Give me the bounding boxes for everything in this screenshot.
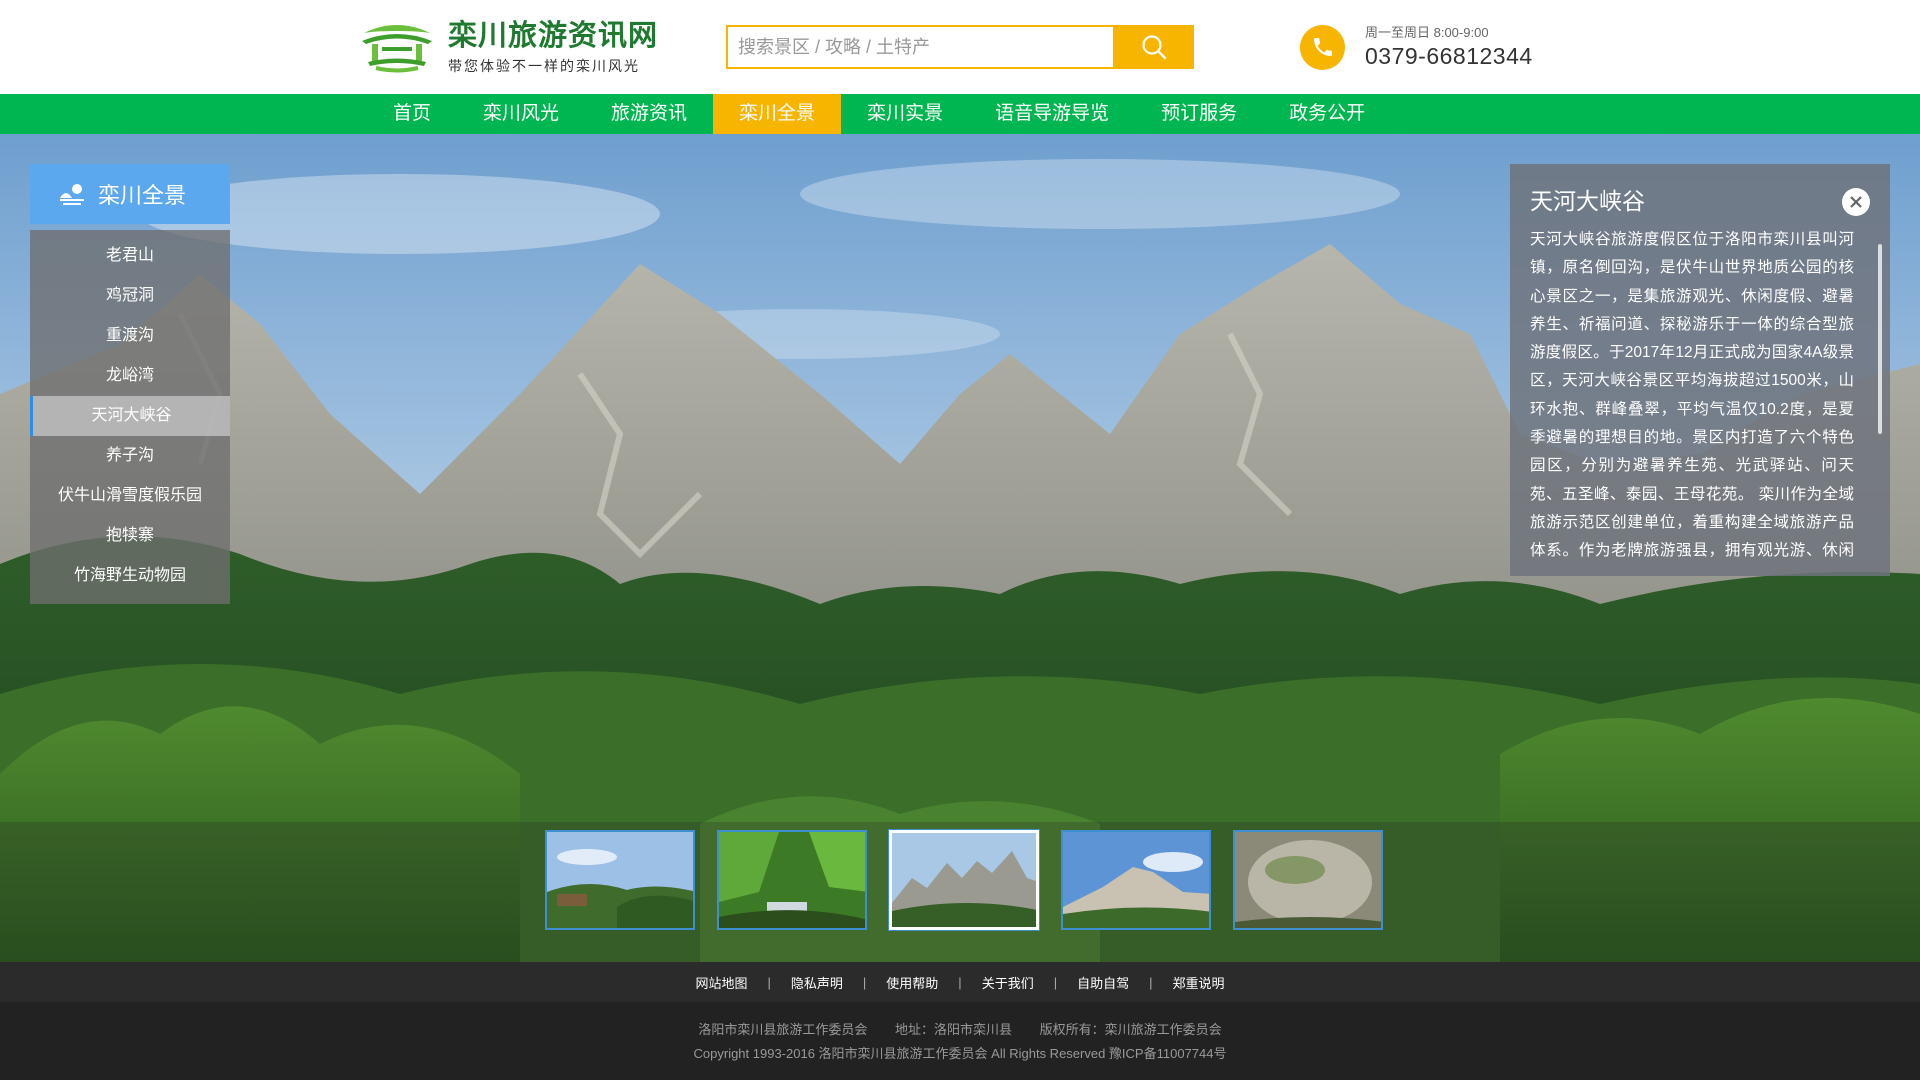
- nav-item-6[interactable]: 语音导游导览: [969, 94, 1135, 134]
- side-menu-item[interactable]: 抱犊寨: [30, 516, 230, 556]
- contact-phone: 周一至周日 8:00-9:00 0379-66812344: [1300, 24, 1533, 70]
- site-title: 栾川旅游资讯网: [448, 20, 659, 52]
- scenic-side-menu: 栾川全景 老君山 鸡冠洞 重渡沟 龙峪湾 天河大峡谷 养子沟 伏牛山滑雪度假乐园 抱犊寨 竹海野…: [30, 164, 230, 604]
- side-menu-item[interactable]: 重渡沟: [30, 316, 230, 356]
- nav-item-7[interactable]: 预订服务: [1135, 94, 1263, 134]
- side-menu-item[interactable]: 伏牛山滑雪度假乐园: [30, 476, 230, 516]
- landscape-icon: [60, 184, 84, 205]
- footer-link-divider: |: [958, 974, 962, 990]
- side-menu-item[interactable]: 龙峪湾: [30, 356, 230, 396]
- site-slogan: 带您体验不一样的栾川风光: [448, 58, 640, 74]
- site-header: 栾川旅游资讯网 带您体验不一样的栾川风光 周一至周日 8:00-9:00 037…: [0, 0, 1920, 94]
- side-menu-item[interactable]: 老君山: [30, 236, 230, 276]
- service-hours: 周一至周日 8:00-9:00: [1365, 25, 1489, 40]
- side-menu-item[interactable]: 鸡冠洞: [30, 276, 230, 316]
- phone-icon: [1300, 24, 1345, 70]
- search-button[interactable]: [1113, 25, 1194, 69]
- search-input[interactable]: [726, 25, 1113, 69]
- close-icon: [1850, 196, 1862, 208]
- side-menu-header: 栾川全景: [30, 164, 230, 224]
- info-title: 天河大峡谷: [1530, 188, 1645, 214]
- phone-number: 0379-66812344: [1365, 43, 1533, 69]
- footer-link[interactable]: 关于我们: [982, 973, 1034, 992]
- footer-link-divider: |: [862, 974, 867, 990]
- footer-link-divider: |: [767, 974, 771, 990]
- footer-link[interactable]: 隐私声明: [791, 973, 843, 992]
- footer-link[interactable]: 自助自驾: [1077, 973, 1129, 992]
- footer-link[interactable]: 使用帮助: [886, 973, 938, 992]
- nav-item-3[interactable]: 旅游资讯: [585, 94, 713, 134]
- side-menu-item[interactable]: 天河大峡谷: [30, 396, 230, 436]
- site-logo[interactable]: 栾川旅游资讯网 带您体验不一样的栾川风光: [358, 18, 658, 76]
- info-description: 天河大峡谷旅游度假区位于洛阳市栾川县叫河镇，原名倒回沟，是伏牛山世界地质公园的核…: [1530, 231, 1854, 560]
- side-menu-title: 栾川全景: [98, 183, 187, 208]
- info-scrollbar[interactable]: [1878, 244, 1882, 434]
- panorama-viewer[interactable]: 栾川全景 老君山 鸡冠洞 重渡沟 龙峪湾 天河大峡谷 养子沟 伏牛山滑雪度假乐园 抱犊寨 竹海野…: [0, 134, 1920, 962]
- thumbnail-2[interactable]: [717, 830, 867, 930]
- footer-link[interactable]: 郑重说明: [1173, 973, 1225, 992]
- footer-org: 洛阳市栾川县旅游工作委员会: [698, 1022, 868, 1037]
- search-icon: [1141, 35, 1166, 60]
- thumbnail-1[interactable]: [545, 830, 695, 930]
- footer-link-divider: |: [1149, 974, 1153, 990]
- thumbnail-3[interactable]: [889, 830, 1039, 930]
- nav-item-4[interactable]: 栾川全景: [713, 94, 842, 134]
- search-bar: [726, 25, 1194, 69]
- footer-link-divider: |: [1053, 974, 1058, 990]
- footer-copyright: Copyright 1993-2016 洛阳市栾川县旅游工作委员会 All Ri…: [693, 1046, 1227, 1061]
- side-menu-item[interactable]: 竹海野生动物园: [30, 556, 230, 596]
- pavilion-logo-icon: [362, 25, 432, 73]
- nav-item-2[interactable]: 栾川风光: [457, 94, 585, 134]
- footer-link[interactable]: 网站地图: [695, 973, 747, 992]
- main-nav: 首页 栾川风光 旅游资讯 栾川全景 栾川实景 语音导游导览 预订服务 政务公开: [0, 94, 1920, 134]
- footer-links: 网站地图 | 隐私声明 | 使用帮助 | 关于我们 | 自助自驾 | 郑重说明: [0, 962, 1920, 1002]
- thumbnail-strip: [0, 822, 1920, 962]
- nav-item-8[interactable]: 政务公开: [1263, 94, 1391, 134]
- nav-item-1[interactable]: 首页: [367, 94, 457, 134]
- close-button[interactable]: [1842, 188, 1870, 216]
- thumbnail-4[interactable]: [1061, 830, 1211, 930]
- side-menu-list: 老君山 鸡冠洞 重渡沟 龙峪湾 天河大峡谷 养子沟 伏牛山滑雪度假乐园 抱犊寨 竹海野生动物园: [30, 230, 230, 604]
- footer-rights: 版权所有：栾川旅游工作委员会: [1039, 1022, 1222, 1037]
- scenic-info-panel: 天河大峡谷 天河大峡谷旅游度假区位于洛阳市栾川县叫河镇，原名倒回沟，是伏牛山世界…: [1510, 164, 1890, 576]
- footer-address: 地址：洛阳市栾川县: [894, 1022, 1012, 1037]
- side-menu-item[interactable]: 养子沟: [30, 436, 230, 476]
- thumbnail-5[interactable]: [1233, 830, 1383, 930]
- footer-info: 洛阳市栾川县旅游工作委员会 地址：洛阳市栾川县 版权所有：栾川旅游工作委员会 C…: [0, 1002, 1920, 1080]
- nav-item-5[interactable]: 栾川实景: [841, 94, 969, 134]
